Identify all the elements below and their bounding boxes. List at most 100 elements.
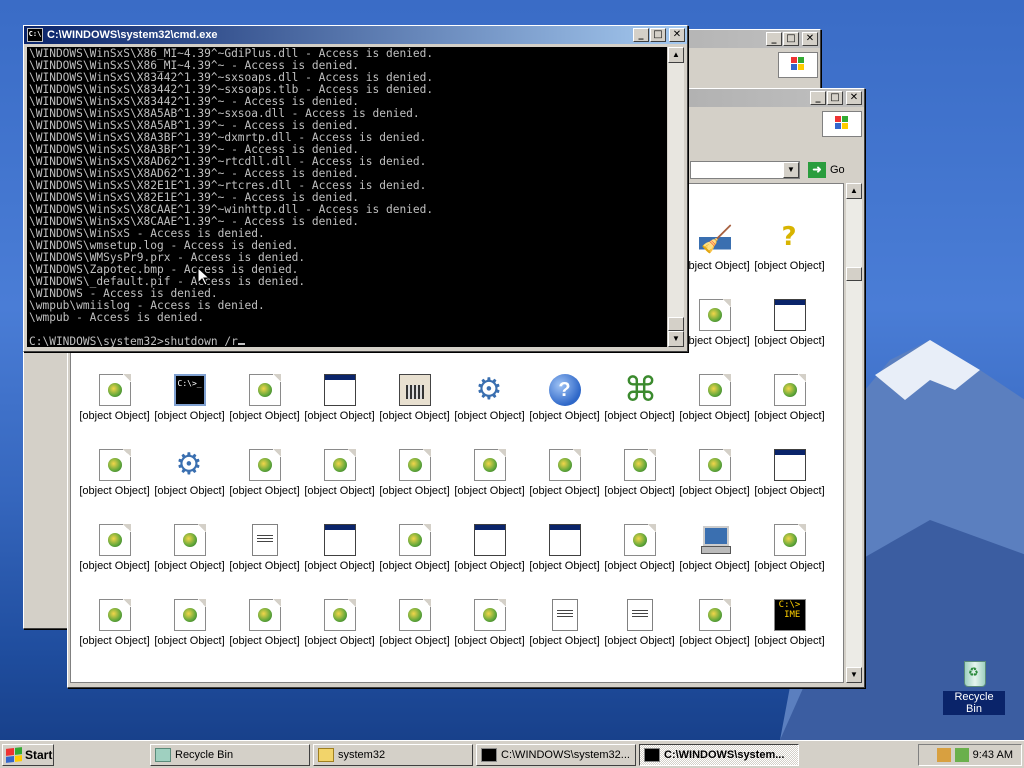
file-label: [object Object] [229, 560, 300, 572]
file-item[interactable]: [object Object] [77, 599, 152, 647]
file-item[interactable]: [object Object] [602, 449, 677, 497]
file-item[interactable]: [object Object] [377, 374, 452, 422]
file-item[interactable]: [object Object] [452, 449, 527, 497]
address-input[interactable]: ▼ [690, 161, 800, 179]
taskbar-button-recycle-bin[interactable]: Recycle Bin [150, 744, 310, 766]
file-item[interactable]: [object Object] [677, 299, 752, 347]
file-label: [object Object] [754, 485, 825, 497]
cmd-window[interactable]: C:\ C:\WINDOWS\system32\cmd.exe _ □ ✕ \W… [23, 25, 688, 352]
file-item[interactable]: [object Object] [227, 599, 302, 647]
file-item[interactable]: [object Object] [602, 370, 677, 422]
desktop-icon-recycle-bin[interactable]: Recycle Bin [943, 655, 1005, 715]
cmd-title: C:\WINDOWS\system32\cmd.exe [47, 29, 218, 41]
dll-icon [398, 524, 431, 556]
file-item[interactable]: [object Object] [602, 599, 677, 647]
file-item[interactable]: [object Object] [752, 374, 827, 422]
file-item[interactable]: C:\> IME [object Object] [752, 599, 827, 647]
file-item[interactable]: [object Object] [752, 299, 827, 347]
maximize-button[interactable]: □ [827, 91, 843, 105]
file-item[interactable]: [object Object] [677, 224, 752, 272]
file-item[interactable]: [object Object] [377, 599, 452, 647]
scroll-thumb[interactable] [846, 267, 862, 281]
file-item[interactable]: [object Object] [677, 374, 752, 422]
taskbar-button-system32[interactable]: system32 [313, 744, 473, 766]
dll-icon [323, 449, 356, 481]
taskbar-button-cmd-2[interactable]: C:\WINDOWS\system... [639, 744, 799, 766]
start-button[interactable]: Start [2, 744, 54, 766]
scroll-up-button[interactable]: ▲ [846, 183, 862, 199]
dll-icon [548, 449, 581, 481]
cmd-icon: C:\>_ [173, 374, 206, 406]
file-label: [object Object] [79, 410, 150, 422]
scroll-thumb[interactable] [668, 317, 684, 331]
file-item[interactable]: [object Object] [377, 524, 452, 572]
go-button[interactable]: ➜ Go [808, 161, 845, 179]
close-button[interactable]: ✕ [802, 32, 818, 46]
tray-tools-icon[interactable] [936, 748, 951, 762]
file-item[interactable]: [object Object] [77, 524, 152, 572]
file-label: [object Object] [604, 410, 675, 422]
dll-icon [248, 599, 281, 631]
file-item[interactable]: [object Object] [302, 374, 377, 422]
file-item[interactable]: [object Object] [377, 449, 452, 497]
scroll-down-button[interactable]: ▼ [846, 667, 862, 683]
file-item[interactable]: [object Object] [752, 449, 827, 497]
file-item[interactable]: [object Object] [227, 449, 302, 497]
maximize-button[interactable]: □ [783, 32, 799, 46]
file-item[interactable]: [object Object] [752, 222, 827, 272]
file-item[interactable]: [object Object] [302, 449, 377, 497]
file-item[interactable]: C:\>_ [object Object] [152, 374, 227, 422]
recycle-bin-icon [155, 748, 171, 762]
file-item[interactable]: [object Object] [452, 599, 527, 647]
cmd-titlebar[interactable]: C:\ C:\WINDOWS\system32\cmd.exe _ □ ✕ [24, 26, 687, 44]
file-item[interactable]: [object Object] [302, 599, 377, 647]
explorer-vertical-scrollbar[interactable]: ▲ ▼ [846, 183, 862, 683]
file-item[interactable]: [object Object] [752, 524, 827, 572]
file-item[interactable]: [object Object] [302, 524, 377, 572]
file-item[interactable]: [object Object] [527, 449, 602, 497]
chevron-down-icon[interactable]: ▼ [783, 162, 799, 178]
tray-network-icon[interactable] [954, 748, 969, 762]
file-label: [object Object] [604, 485, 675, 497]
console-vertical-scrollbar[interactable]: ▲ ▼ [668, 47, 684, 347]
file-item[interactable]: [object Object] [152, 447, 227, 497]
scroll-up-button[interactable]: ▲ [668, 47, 684, 63]
file-label: [object Object] [304, 560, 375, 572]
cmd-icon [644, 748, 660, 762]
close-button[interactable]: ✕ [669, 28, 685, 42]
console-prompt[interactable]: C:\WINDOWS\system32>shutdown /r [29, 336, 665, 347]
file-item[interactable]: [object Object] [227, 524, 302, 572]
file-item[interactable]: [object Object] [527, 599, 602, 647]
dll-icon [623, 449, 656, 481]
windows-logo-icon [778, 52, 818, 78]
file-item[interactable]: [object Object] [677, 449, 752, 497]
dll-icon [773, 374, 806, 406]
file-item[interactable]: [object Object] [452, 524, 527, 572]
file-item[interactable]: [object Object] [152, 599, 227, 647]
file-label: [object Object] [529, 560, 600, 572]
file-item[interactable]: [object Object] [677, 599, 752, 647]
clock[interactable]: 9:43 AM [973, 749, 1013, 761]
file-item[interactable]: [object Object] [527, 524, 602, 572]
scroll-down-button[interactable]: ▼ [668, 331, 684, 347]
file-label: [object Object] [304, 410, 375, 422]
file-item[interactable]: [object Object] [77, 374, 152, 422]
gear-icon [474, 372, 506, 407]
maximize-button[interactable]: □ [650, 28, 666, 42]
dll-icon [173, 524, 206, 556]
file-item[interactable]: [object Object] [677, 524, 752, 572]
file-item[interactable]: ? [object Object] [527, 374, 602, 422]
minimize-button[interactable]: _ [810, 91, 826, 105]
file-item[interactable]: [object Object] [227, 374, 302, 422]
dll-icon [473, 599, 506, 631]
file-item[interactable]: [object Object] [77, 449, 152, 497]
file-item[interactable]: [object Object] [452, 372, 527, 422]
close-button[interactable]: ✕ [846, 91, 862, 105]
dll-icon [698, 599, 731, 631]
console-output[interactable]: \WINDOWS\WinSxS\X86_MI~4.39^~GdiPlus.dll… [27, 47, 667, 347]
minimize-button[interactable]: _ [766, 32, 782, 46]
file-item[interactable]: [object Object] [602, 524, 677, 572]
file-item[interactable]: [object Object] [152, 524, 227, 572]
minimize-button[interactable]: _ [633, 28, 649, 42]
taskbar-button-cmd-1[interactable]: C:\WINDOWS\system32... [476, 744, 636, 766]
